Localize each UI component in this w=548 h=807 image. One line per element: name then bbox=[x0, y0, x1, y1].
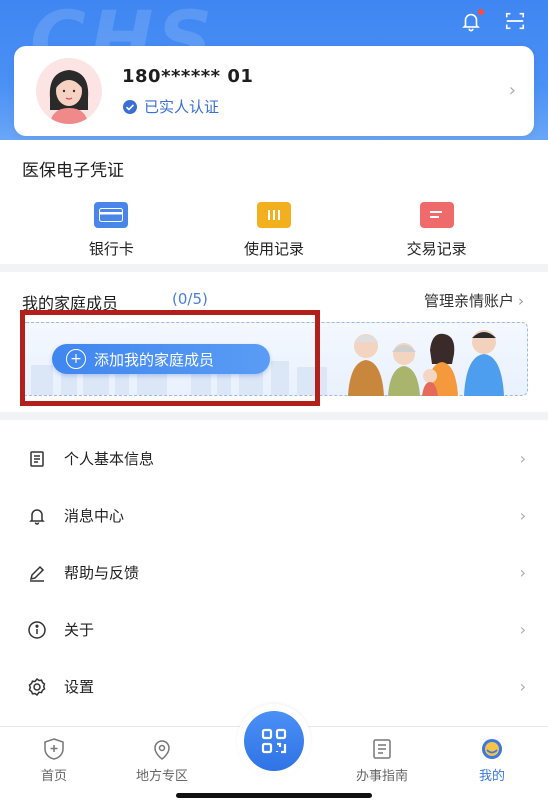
qr-code-button[interactable] bbox=[237, 704, 311, 778]
bank-card-icon bbox=[94, 202, 129, 228]
menu-item-label: 个人基本信息 bbox=[64, 450, 155, 468]
tab-label: 地方专区 bbox=[135, 769, 188, 784]
chevron-right-icon: › bbox=[508, 80, 516, 101]
quick-usage-record[interactable]: 使用记录 bbox=[214, 196, 334, 259]
menu-item-personal-info[interactable]: 个人基本信息 › bbox=[0, 430, 548, 487]
transaction-record-icon bbox=[419, 202, 454, 228]
location-icon bbox=[154, 740, 170, 760]
qr-code-icon bbox=[261, 728, 287, 754]
manage-family-account-link[interactable]: 管理亲情账户 › bbox=[424, 290, 524, 311]
bell-icon bbox=[26, 505, 48, 527]
quick-label: 银行卡 bbox=[88, 240, 134, 258]
notification-dot bbox=[478, 9, 484, 15]
tab-guide[interactable]: 办事指南 bbox=[342, 737, 422, 784]
family-illustration bbox=[348, 330, 504, 396]
tab-label: 我的 bbox=[478, 769, 505, 784]
menu-list: 个人基本信息 › 消息中心 › 帮助与反馈 › 关于 › 设置 › bbox=[0, 430, 548, 715]
menu-item-label: 帮助与反馈 bbox=[64, 564, 140, 582]
document-icon bbox=[26, 448, 48, 470]
quick-label: 交易记录 bbox=[406, 240, 467, 258]
usage-record-icon bbox=[256, 202, 291, 228]
quick-label: 使用记录 bbox=[243, 240, 304, 258]
menu-item-label: 关于 bbox=[64, 621, 95, 639]
avatar bbox=[36, 58, 102, 124]
chevron-right-icon: › bbox=[519, 620, 526, 639]
home-indicator bbox=[176, 793, 372, 798]
verified-text: 已实人认证 bbox=[144, 98, 220, 116]
chevron-right-icon: › bbox=[519, 506, 526, 525]
quick-transaction-record[interactable]: 交易记录 bbox=[377, 196, 497, 259]
menu-item-label: 设置 bbox=[64, 678, 95, 696]
chevron-right-icon: › bbox=[519, 677, 526, 696]
tab-mine[interactable]: 我的 bbox=[452, 737, 532, 784]
profile-card[interactable]: 180****** 01 已实人认证 › bbox=[14, 46, 534, 136]
verified-status: 已实人认证 bbox=[122, 96, 219, 117]
chevron-right-icon: › bbox=[519, 449, 526, 468]
quick-bank-card[interactable]: 银行卡 bbox=[51, 196, 171, 259]
menu-item-about[interactable]: 关于 › bbox=[0, 601, 548, 658]
certificate-title: 医保电子凭证 bbox=[22, 161, 124, 181]
notification-bell-icon[interactable] bbox=[460, 9, 484, 32]
tab-label: 首页 bbox=[40, 769, 67, 784]
chevron-right-icon: › bbox=[518, 291, 524, 310]
guide-icon bbox=[373, 739, 391, 759]
pencil-icon bbox=[26, 562, 48, 584]
tab-home[interactable]: 首页 bbox=[14, 737, 94, 784]
highlight-box bbox=[20, 310, 320, 406]
tab-local-zone[interactable]: 地方专区 bbox=[122, 737, 202, 784]
menu-item-help-feedback[interactable]: 帮助与反馈 › bbox=[0, 544, 548, 601]
certificate-quick-actions: 银行卡 使用记录 交易记录 bbox=[0, 196, 548, 259]
tab-label: 办事指南 bbox=[355, 769, 408, 784]
info-icon bbox=[26, 619, 48, 641]
home-shield-icon bbox=[44, 738, 64, 760]
verified-check-icon bbox=[123, 99, 137, 114]
scan-icon[interactable] bbox=[504, 10, 526, 32]
profile-icon bbox=[482, 739, 502, 759]
user-phone: 180****** 01 bbox=[122, 66, 254, 87]
menu-item-message-center[interactable]: 消息中心 › bbox=[0, 487, 548, 544]
family-count: (0/5) bbox=[172, 290, 208, 308]
menu-item-label: 消息中心 bbox=[64, 507, 125, 525]
chevron-right-icon: › bbox=[519, 563, 526, 582]
settings-icon bbox=[26, 676, 48, 698]
manage-link-label: 管理亲情账户 bbox=[423, 292, 514, 310]
